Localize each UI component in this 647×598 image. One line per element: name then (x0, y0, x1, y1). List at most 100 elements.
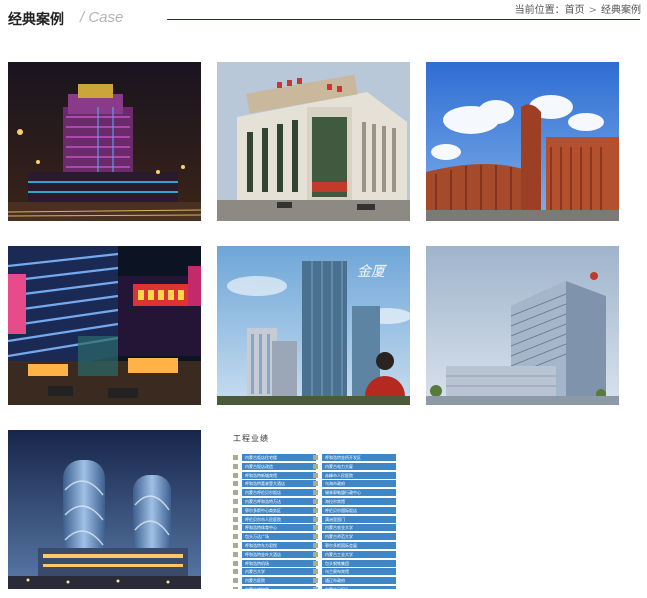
project-list-item-label: 呼伦贝尔国际饭店 (325, 507, 357, 513)
project-list-item-label: 通辽市政府 (325, 578, 345, 584)
case-tile-office-building[interactable] (217, 62, 410, 221)
project-list-item-label: 呼和浩特新城宾馆 (245, 472, 277, 478)
project-list-item-label: 呼和浩特机场 (245, 560, 269, 566)
case-tile-project-list[interactable]: 工程业绩 内蒙古饭店住宅楼 内蒙古饭店改造 呼和浩特新城宾馆 呼和浩特喜来登大酒店 内蒙… (217, 430, 410, 589)
project-list-item-label: 呼和浩特体育中心 (245, 525, 277, 531)
page-title-en: / Case (80, 9, 123, 26)
twin-towers-rendering-photo (8, 430, 201, 589)
project-list-item: 内蒙古博物院 (233, 585, 316, 589)
square-bullet-icon (233, 542, 238, 548)
project-list-item-label: 满洲里国门 (325, 516, 345, 522)
project-list-item: 锡林郭勒盟行政中心 (313, 489, 396, 497)
project-list-item-label: 内蒙古师范大学 (325, 534, 353, 540)
project-list-item-label: 赤峰市人民医院 (325, 472, 353, 478)
project-list-item: 呼和浩特机场 (233, 559, 316, 567)
square-bullet-icon (233, 507, 238, 513)
square-bullet-icon (313, 472, 318, 478)
title-separator: / (80, 9, 85, 26)
project-list-item-label: 海拉尔宾馆 (325, 498, 345, 504)
case-tile-red-building[interactable] (426, 62, 619, 221)
square-bullet-icon (233, 578, 238, 584)
project-list-item: 内蒙古工业大学 (313, 550, 396, 558)
square-bullet-icon (313, 551, 318, 557)
svg-text:金厦: 金厦 (357, 264, 387, 280)
breadcrumb-home-link[interactable]: 首页 (565, 1, 585, 16)
office-building-photo (217, 62, 410, 221)
square-bullet-icon (233, 569, 238, 575)
page-header: 经典案例 / Case 当前位置：首页 > 经典案例 (0, 0, 647, 28)
case-tile-twin-towers[interactable] (8, 430, 201, 589)
square-bullet-icon (313, 525, 318, 531)
project-list-item-label: 包头万达广场 (245, 534, 269, 540)
breadcrumb: 当前位置：首页 > 经典案例 (515, 1, 641, 16)
square-bullet-icon (233, 498, 238, 504)
project-list-item-label: 呼和浩特金桥开发区 (325, 455, 361, 460)
jinsha-plaza-photo: 金厦 (217, 246, 410, 405)
project-list-item-label: 内蒙古呼和浩特万达 (245, 498, 281, 504)
project-list-item: 乌海市政府 (313, 480, 396, 488)
project-list-item: 内蒙古师范大学 (313, 533, 396, 541)
project-list-item: 包头万达广场 (233, 533, 316, 541)
project-list-item: 内蒙古呼和浩特万达 (233, 497, 316, 505)
project-list-column-2: 呼和浩特金桥开发区内蒙古电力大厦赤峰市人民医院 乌海市政府锡林郭勒盟行政中心 海拉尔… (313, 454, 396, 589)
project-list-item: 通辽市政府 (313, 577, 396, 585)
project-list-item: 呼伦贝尔国际饭店 (313, 506, 396, 514)
square-bullet-icon (313, 507, 318, 513)
case-tile-night-hotel[interactable] (8, 62, 201, 221)
square-bullet-icon (233, 472, 238, 478)
project-list-item-label: 呼和浩特金叶大酒店 (245, 551, 281, 557)
project-list-item: 内蒙古电力大厦 (313, 462, 396, 470)
square-bullet-icon (313, 481, 318, 487)
project-list-item-label: 内蒙古医院 (245, 578, 265, 584)
square-bullet-icon (313, 586, 318, 589)
square-bullet-icon (233, 490, 238, 496)
square-bullet-icon (233, 463, 238, 469)
project-list-item: 内蒙古医院 (233, 577, 316, 585)
project-list-item: 呼和浩特体育中心 (233, 524, 316, 532)
project-list-item: 包头钢铁集团 (313, 559, 396, 567)
project-list-item: 内蒙古农业大学 (313, 524, 396, 532)
project-list-item-label: 内蒙古饭店改造 (245, 463, 273, 469)
project-list-item-label: 呼和浩特喜来登大酒店 (245, 481, 285, 487)
project-list-item-label: 包头钢铁集团 (325, 560, 349, 566)
square-bullet-icon (233, 586, 238, 589)
project-list-item: 内蒙古大学 (233, 568, 316, 576)
project-list-title: 工程业绩 (233, 434, 269, 443)
project-list-item: 满洲里国门 (313, 515, 396, 523)
project-list-item: 鄂尔多斯中心商务区 (233, 506, 316, 514)
project-list-item-label: 乌海市政府 (325, 481, 345, 487)
case-tile-neon-mall[interactable] (8, 246, 201, 405)
project-list-item-label: 内蒙古农业大学 (325, 525, 353, 531)
project-list-item: 内蒙古饭店住宅楼 (233, 454, 316, 461)
square-bullet-icon (233, 516, 238, 522)
square-bullet-icon (313, 569, 318, 575)
case-tile-jinsha-plaza[interactable]: 金厦 (217, 246, 410, 405)
project-list-item-label: 鄂尔多斯国际会展 (325, 542, 357, 548)
square-bullet-icon (313, 516, 318, 522)
page-title: 经典案例 (8, 12, 64, 28)
square-bullet-icon (233, 525, 238, 531)
square-bullet-icon (233, 481, 238, 487)
project-list-item: 呼和浩特金桥开发区 (313, 454, 396, 461)
red-curved-building-photo (426, 62, 619, 221)
project-list-item-label: 内蒙古日报社 (322, 586, 349, 589)
project-list-item: 呼和浩特金叶大酒店 (233, 550, 316, 558)
project-list-item: 内蒙古饭店改造 (233, 462, 316, 470)
night-hotel-photo (8, 62, 201, 221)
project-list-item: 赤峰市人民医院 (313, 471, 396, 479)
project-list-item-label: 呼和浩特东方君悦 (245, 542, 277, 548)
case-tile-hospital[interactable] (426, 246, 619, 405)
hospital-rendering-photo (426, 246, 619, 405)
project-list-item: 呼伦贝尔市人民医院 (233, 515, 316, 523)
square-bullet-icon (313, 463, 318, 469)
breadcrumb-separator: > (588, 5, 597, 16)
project-list-item-label: 内蒙古工业大学 (325, 551, 353, 557)
project-list-item: 乌兰察布宾馆 (313, 568, 396, 576)
project-list-item-label: 内蒙古饭店住宅楼 (245, 455, 277, 460)
project-list-item-label: 内蒙古博物院 (242, 586, 269, 589)
project-list-item: 呼和浩特东方君悦 (233, 541, 316, 549)
project-list-item: 鄂尔多斯国际会展 (313, 541, 396, 549)
project-list-item: 呼和浩特新城宾馆 (233, 471, 316, 479)
square-bullet-icon (313, 542, 318, 548)
neon-mall-photo (8, 246, 201, 405)
